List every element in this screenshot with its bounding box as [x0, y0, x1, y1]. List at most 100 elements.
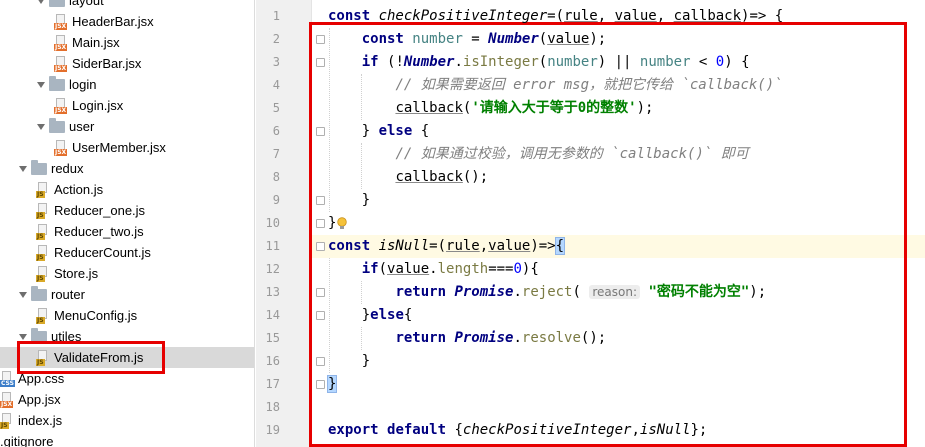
tree-label: Reducer_one.js	[54, 203, 146, 218]
chevron-down-icon[interactable]	[36, 0, 46, 6]
code-token: rule	[446, 238, 480, 254]
tree-file[interactable]: JS Store.js	[0, 263, 254, 284]
code-token: )=>	[530, 238, 556, 254]
folder-icon	[49, 0, 65, 7]
code-token: {	[454, 422, 463, 438]
code-token: export	[328, 422, 388, 438]
code-token: Promise	[454, 330, 514, 346]
tree-file[interactable]: JSX App.jsx	[0, 389, 254, 410]
tree-label: Store.js	[54, 266, 99, 281]
tree-label: router	[51, 287, 85, 302]
tree-file[interactable]: JS ReducerCount.js	[0, 242, 254, 263]
code-line[interactable]: }	[328, 189, 370, 212]
code-token: }	[328, 192, 371, 208]
code-token: ,	[597, 8, 615, 24]
folder-icon	[31, 159, 47, 175]
code-line[interactable]: if (!Number.isInteger(number) || number …	[328, 51, 750, 74]
code-token: reject	[521, 284, 573, 300]
tree-folder[interactable]: redux	[0, 158, 254, 179]
code-token: value	[488, 238, 531, 254]
tree-file[interactable]: JSX UserMember.jsx	[0, 137, 254, 158]
chevron-down-icon[interactable]	[36, 80, 46, 90]
code-token: const	[328, 238, 379, 254]
line-number: 4	[272, 78, 280, 92]
tree-folder[interactable]: login	[0, 74, 254, 95]
code-line[interactable]: return Promise.resolve();	[328, 327, 606, 350]
tree-file[interactable]: JS Reducer_two.js	[0, 221, 254, 242]
file-icon: JS	[0, 412, 15, 429]
code-token: resolve	[521, 330, 581, 346]
line-number: 17	[265, 377, 280, 391]
tree-file[interactable]: JSX Main.jsx	[0, 32, 254, 53]
code-line[interactable]: const isNull=(rule,value)=>{	[328, 235, 566, 258]
code-line[interactable]: }	[328, 212, 336, 235]
file-icon: JSX	[54, 97, 69, 114]
tree-label: ReducerCount.js	[54, 245, 151, 260]
tree-file[interactable]: JSX Login.jsx	[0, 95, 254, 116]
code-token: }	[328, 353, 371, 369]
code-line[interactable]: }else{	[328, 304, 413, 327]
tree-file[interactable]: .gitignore	[0, 431, 254, 447]
file-icon: JS	[36, 223, 51, 240]
code-token: value	[387, 261, 430, 277]
tree-file[interactable]: JS index.js	[0, 410, 254, 431]
code-token: value	[547, 31, 590, 47]
file-icon: JSX	[0, 391, 15, 408]
code-token: (	[378, 261, 388, 277]
file-icon: JSX	[54, 34, 69, 51]
code-token: };	[690, 422, 708, 438]
code-token: // 如果需要返回 error msg，就把它传给 `callback()`	[395, 77, 783, 93]
tree-label: .gitignore	[0, 434, 54, 447]
code-token: ) {	[724, 54, 750, 70]
code-line[interactable]: // 如果需要返回 error msg，就把它传给 `callback()`	[328, 74, 783, 97]
code-line[interactable]: } else {	[328, 120, 429, 143]
code-token: 0	[715, 54, 725, 70]
tree-label: login	[69, 77, 97, 92]
code-line[interactable]: export default {checkPositiveInteger,isN…	[328, 419, 707, 442]
code-token: number	[412, 31, 463, 47]
code-token: isInteger	[462, 54, 539, 70]
chevron-down-icon[interactable]	[18, 290, 28, 300]
code-token: (!	[387, 54, 404, 70]
tree-file[interactable]: JS Reducer_one.js	[0, 200, 254, 221]
code-line[interactable]: return Promise.reject( reason: "密码不能为空")…	[328, 281, 766, 304]
line-number: 9	[272, 193, 280, 207]
tree-folder[interactable]: layout	[0, 0, 254, 11]
code-line[interactable]: }	[326, 373, 338, 396]
code-line[interactable]: const checkPositiveInteger=(rule, value,…	[328, 5, 783, 28]
code-line[interactable]: callback('请输入大于等于0的整数');	[328, 97, 653, 120]
code-token: (	[538, 31, 548, 47]
line-number: 11	[265, 239, 280, 253]
code-token: );	[749, 284, 767, 300]
tree-file[interactable]: JSX HeaderBar.jsx	[0, 11, 254, 32]
code-token: 0	[513, 261, 522, 277]
code-token: {	[554, 237, 566, 255]
tree-label: Login.jsx	[72, 98, 124, 113]
code-line[interactable]: if(value.length===0){	[328, 258, 539, 281]
tree-file[interactable]: JSX SiderBar.jsx	[0, 53, 254, 74]
code-token: ,	[479, 238, 489, 254]
code-token: .	[454, 54, 463, 70]
code-token: reason:	[589, 285, 640, 299]
code-line[interactable]: callback();	[328, 166, 488, 189]
code-token: isNull	[378, 238, 430, 254]
chevron-down-icon[interactable]	[36, 122, 46, 132]
file-icon: JS	[36, 307, 51, 324]
code-line[interactable]: const number = Number(value);	[328, 28, 606, 51]
tree-file[interactable]: JS Action.js	[0, 179, 254, 200]
tree-folder[interactable]: router	[0, 284, 254, 305]
tree-label: Main.jsx	[72, 35, 120, 50]
code-token: }	[328, 123, 379, 139]
tree-label: redux	[51, 161, 84, 176]
code-line[interactable]: // 如果通过校验，调用无参数的 `callback()` 即可	[328, 143, 748, 166]
chevron-down-icon[interactable]	[18, 164, 28, 174]
tree-label: App.jsx	[18, 392, 61, 407]
code-line[interactable]: }	[328, 350, 370, 373]
tree-label: Action.js	[54, 182, 104, 197]
chevron-down-icon[interactable]	[18, 332, 28, 342]
code-token: .	[513, 330, 522, 346]
tree-folder[interactable]: user	[0, 116, 254, 137]
tree-file[interactable]: JS MenuConfig.js	[0, 305, 254, 326]
